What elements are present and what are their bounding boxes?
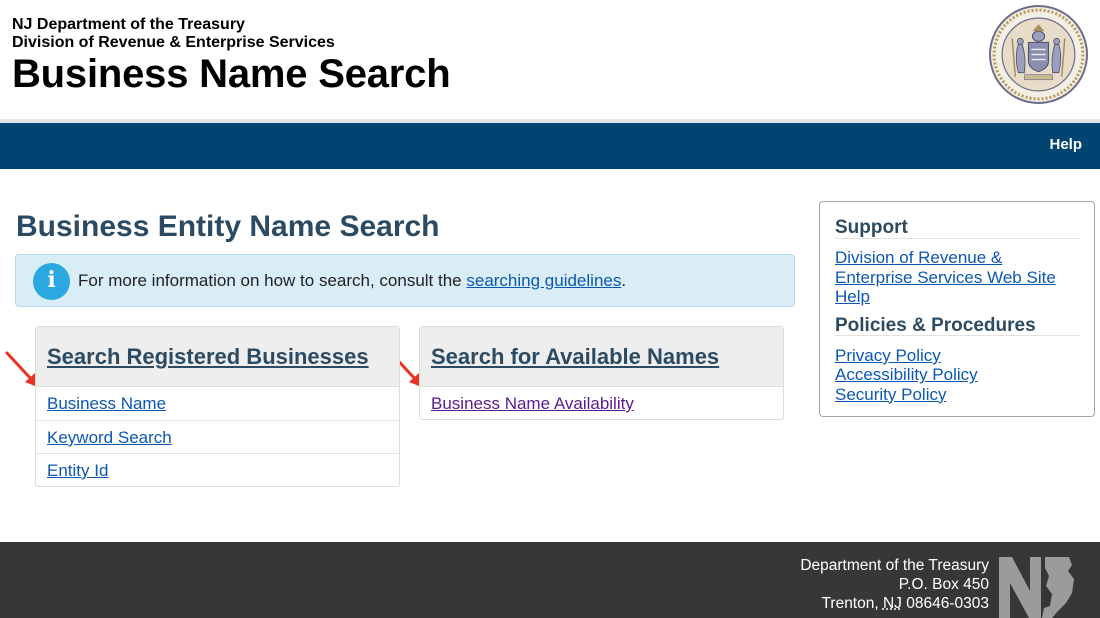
nav-help-link[interactable]: Help: [1049, 136, 1082, 153]
nj-logo-icon: [999, 557, 1077, 618]
searching-guidelines-link[interactable]: searching guidelines: [466, 271, 621, 290]
panel-header: Search for Available Names: [420, 327, 783, 387]
support-links: Division of Revenue & Enterprise Service…: [835, 248, 1075, 307]
policies-heading: Policies & Procedures: [835, 315, 1036, 336]
address-city-line: Trenton, NJ 08646-0303: [800, 594, 989, 613]
list-item: Business Name: [36, 387, 399, 421]
available-names-panel: Search for Available Names Business Name…: [419, 326, 784, 420]
department-name: NJ Department of the Treasury: [12, 16, 245, 33]
security-policy-link[interactable]: Security Policy: [835, 385, 1075, 404]
info-message: For more information on how to search, c…: [78, 271, 626, 291]
support-help-link[interactable]: Help: [835, 287, 1075, 307]
entity-id-link[interactable]: Entity Id: [47, 461, 108, 481]
main-navbar: Help: [0, 123, 1100, 169]
footer-address: Department of the Treasury P.O. Box 450 …: [800, 556, 989, 613]
search-available-names-link[interactable]: Search for Available Names: [431, 344, 719, 370]
support-heading: Support: [835, 217, 908, 238]
revenue-website-link[interactable]: Division of Revenue & Enterprise Service…: [835, 248, 1075, 287]
division-name: Division of Revenue & Enterprise Service…: [12, 34, 335, 51]
nj-state-seal-icon: [989, 5, 1088, 104]
list-item: Entity Id: [36, 454, 399, 488]
divider: [835, 335, 1080, 336]
info-text-before: For more information on how to search, c…: [78, 271, 467, 290]
site-header: NJ Department of the Treasury Division o…: [0, 0, 1100, 122]
address-line: P.O. Box 450: [898, 576, 989, 593]
info-alert: For more information on how to search, c…: [15, 254, 795, 307]
address-city: Trenton,: [821, 595, 883, 612]
site-title: Business Name Search: [12, 52, 451, 96]
privacy-policy-link[interactable]: Privacy Policy: [835, 346, 1075, 365]
support-sidebar: Support Division of Revenue & Enterprise…: [819, 201, 1095, 417]
business-name-availability-link[interactable]: Business Name Availability: [431, 394, 634, 414]
panel-header: Search Registered Businesses: [36, 327, 399, 387]
policy-links: Privacy Policy Accessibility Policy Secu…: [835, 346, 1075, 404]
divider: [835, 238, 1080, 239]
keyword-search-link[interactable]: Keyword Search: [47, 428, 172, 448]
accessibility-policy-link[interactable]: Accessibility Policy: [835, 365, 1075, 384]
search-registered-businesses-link[interactable]: Search Registered Businesses: [47, 344, 369, 370]
page-title: Business Entity Name Search: [16, 210, 440, 243]
registered-businesses-panel: Search Registered Businesses Business Na…: [35, 326, 400, 487]
business-name-link[interactable]: Business Name: [47, 394, 166, 414]
address-line: Department of the Treasury: [800, 557, 989, 574]
info-icon: [33, 263, 70, 300]
address-state: NJ: [882, 595, 902, 612]
address-zip: 08646-0303: [901, 595, 989, 612]
list-item: Keyword Search: [36, 421, 399, 454]
info-text-after: .: [621, 271, 627, 290]
site-footer: Department of the Treasury P.O. Box 450 …: [0, 542, 1100, 618]
list-item: Business Name Availability: [420, 387, 783, 421]
